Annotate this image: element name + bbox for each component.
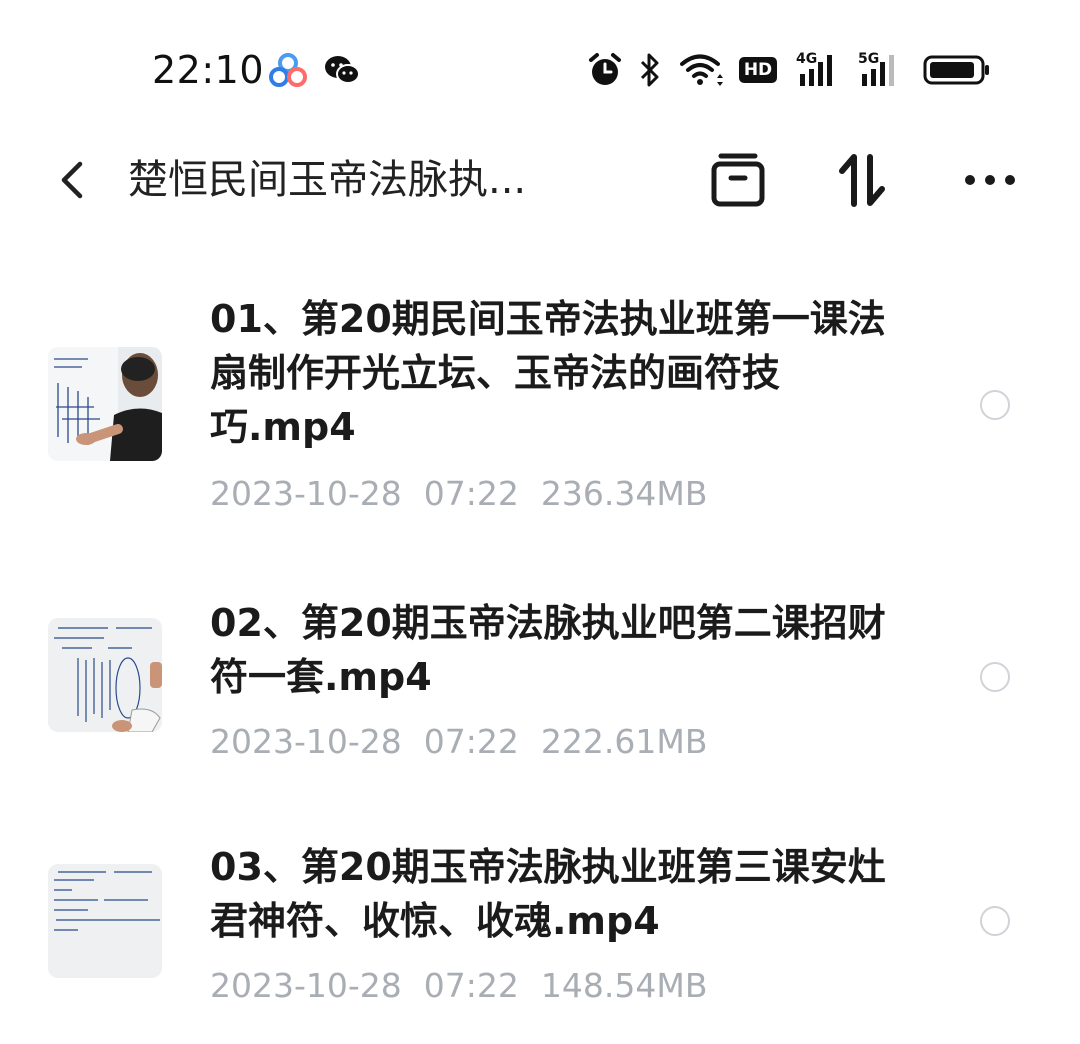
file-time: 07:22 (423, 474, 519, 513)
wechat-icon (322, 48, 362, 92)
file-date: 2023-10-28 (210, 966, 402, 1005)
hd-icon: HD (738, 48, 778, 92)
file-size: 148.54MB (540, 966, 708, 1005)
page-title: 楚恒民间玉帝法脉执... (128, 157, 527, 203)
title-bar: 楚恒民间玉帝法脉执... (0, 130, 1080, 230)
file-item[interactable]: 02、第20期玉帝法脉执业吧第二课招财符一套.mp4 2023-10-28 07:… (0, 596, 1080, 776)
select-checkbox[interactable] (980, 662, 1010, 692)
file-name: 01、第20期民间玉帝法执业班第一课法扇制作开光立坛、玉帝法的画符技巧.mp4 (210, 297, 886, 449)
select-all-icon (711, 153, 765, 207)
status-bar: 22:10 HD 4G 5G (0, 0, 1080, 130)
select-checkbox[interactable] (980, 906, 1010, 936)
bluetooth-icon (636, 48, 664, 92)
signal-4g-icon: 4G (796, 48, 844, 92)
file-date: 2023-10-28 (210, 722, 402, 761)
signal-5g-icon: 5G (858, 48, 906, 92)
select-checkbox[interactable] (980, 390, 1010, 420)
status-time: 22:10 (152, 48, 265, 92)
file-time: 07:22 (423, 722, 519, 761)
video-thumbnail (48, 347, 162, 461)
file-name: 02、第20期玉帝法脉执业吧第二课招财符一套.mp4 (210, 601, 886, 699)
more-button[interactable] (954, 144, 1026, 216)
file-meta: 2023-10-28 07:22 236.34MB (210, 472, 729, 516)
chevron-left-icon (61, 161, 83, 199)
video-thumbnail (48, 618, 162, 732)
screen: 22:10 HD 4G 5G 楚恒民间玉帝法脉执... 01、第20期民间玉帝法… (0, 0, 1080, 1044)
file-size: 222.61MB (540, 722, 708, 761)
baidu-netdisk-icon (268, 48, 308, 92)
file-name: 03、第20期玉帝法脉执业班第三课安灶君神符、收惊、收魂.mp4 (210, 845, 886, 943)
file-item[interactable]: 01、第20期民间玉帝法执业班第一课法扇制作开光立坛、玉帝法的画符技巧.mp4 … (0, 292, 1080, 582)
file-item[interactable]: 03、第20期玉帝法脉执业班第三课安灶君神符、收惊、收魂.mp4 2023-10… (0, 840, 1080, 1020)
more-icon (965, 175, 1015, 185)
file-time: 07:22 (423, 966, 519, 1005)
file-meta: 2023-10-28 07:22 222.61MB (210, 720, 729, 764)
file-size: 236.34MB (540, 474, 708, 513)
video-thumbnail (48, 864, 162, 978)
wifi-icon (678, 48, 726, 92)
file-date: 2023-10-28 (210, 474, 402, 513)
sort-icon (839, 154, 885, 207)
sort-button[interactable] (826, 144, 898, 216)
battery-icon (922, 48, 992, 92)
back-button[interactable] (40, 148, 104, 212)
alarm-icon (586, 48, 624, 92)
select-all-button[interactable] (702, 144, 774, 216)
hd-label: HD (738, 57, 778, 83)
file-meta: 2023-10-28 07:22 148.54MB (210, 964, 729, 1008)
